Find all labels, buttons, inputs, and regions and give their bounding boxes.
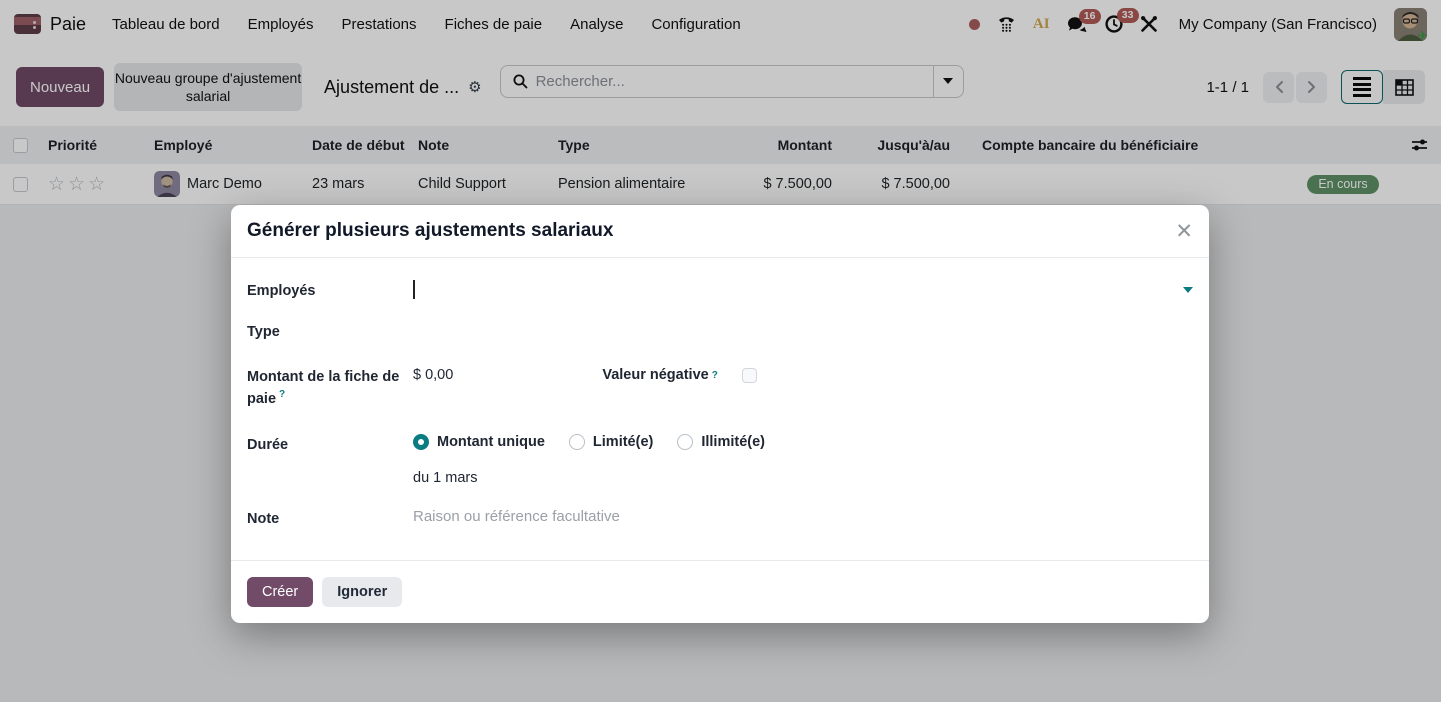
- radio-limited[interactable]: Limité(e): [569, 434, 653, 450]
- amount-label: Montant de la fiche de paie: [247, 369, 399, 407]
- duration-radio-group: Montant unique Limité(e) Illimité(e): [413, 434, 1193, 450]
- negative-value-label: Valeur négative: [602, 367, 708, 383]
- amount-label-wrap: Montant de la fiche de paie?: [247, 366, 413, 410]
- employees-input[interactable]: [413, 280, 1193, 299]
- amount-help-icon[interactable]: ?: [279, 389, 285, 400]
- text-cursor: [413, 280, 415, 299]
- note-input[interactable]: [413, 508, 1193, 525]
- generate-adjustments-dialog: Générer plusieurs ajustements salariaux …: [231, 205, 1209, 623]
- radio-selected-icon: [413, 434, 429, 450]
- note-field-row: Note: [247, 508, 1193, 530]
- employees-dropdown-caret-icon[interactable]: [1183, 287, 1193, 293]
- amount-field-row: Montant de la fiche de paie? $ 0,00 Vale…: [247, 366, 1193, 410]
- negative-value-group: Valeur négative?: [602, 367, 757, 383]
- close-icon[interactable]: ✕: [1175, 221, 1193, 242]
- dialog-footer: Créer Ignorer: [231, 560, 1209, 623]
- radio-unselected-icon: [569, 434, 585, 450]
- negative-help-icon[interactable]: ?: [712, 370, 718, 381]
- radio-unlimited[interactable]: Illimité(e): [677, 434, 765, 450]
- create-button[interactable]: Créer: [247, 577, 313, 607]
- dialog-title: Générer plusieurs ajustements salariaux: [247, 220, 613, 242]
- note-label: Note: [247, 508, 413, 530]
- date-prefix: du: [413, 470, 429, 486]
- dialog-header: Générer plusieurs ajustements salariaux …: [231, 205, 1209, 258]
- duration-label: Durée: [247, 434, 413, 456]
- radio-unselected-icon: [677, 434, 693, 450]
- radio-one-time[interactable]: Montant unique: [413, 434, 545, 450]
- duration-field-row: Durée Montant unique Limité(e) Illimité(…: [247, 434, 1193, 456]
- start-date-input[interactable]: 1 mars: [433, 470, 477, 486]
- dialog-body: Employés Type Montant de la fiche de pai…: [231, 258, 1209, 560]
- type-label: Type: [247, 321, 413, 343]
- date-field-row: du 1 mars: [247, 470, 1193, 486]
- discard-button[interactable]: Ignorer: [322, 577, 402, 607]
- amount-input[interactable]: $ 0,00: [413, 367, 453, 383]
- negative-value-checkbox[interactable]: [742, 368, 757, 383]
- employees-field-row: Employés: [247, 280, 1193, 302]
- type-field-row: Type: [247, 321, 1193, 343]
- employees-label: Employés: [247, 280, 413, 302]
